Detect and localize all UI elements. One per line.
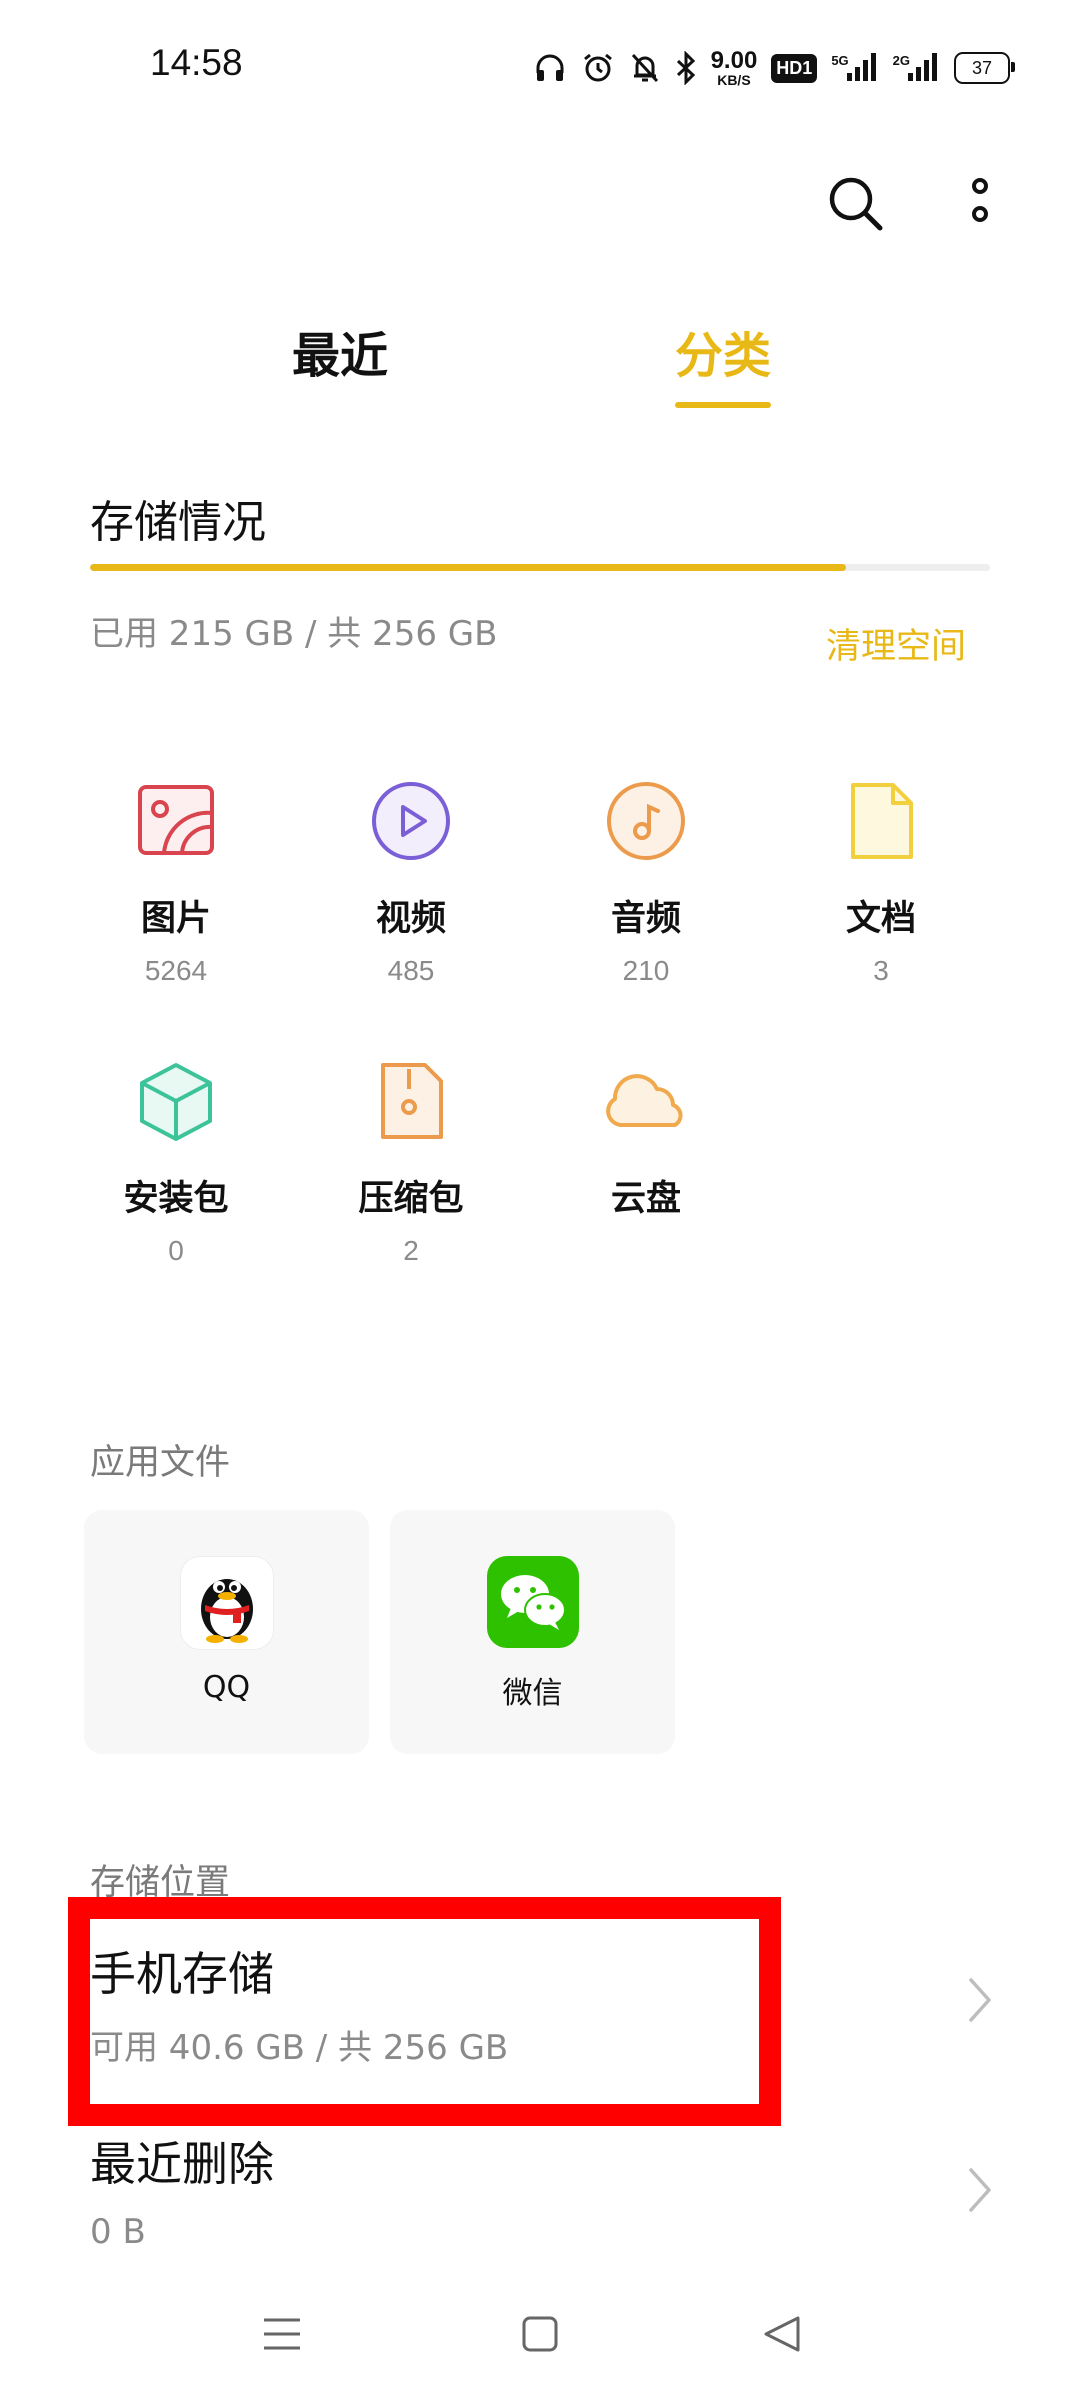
bell-off-icon: [629, 51, 661, 85]
status-icons: 9.00 KB/S HD1 5G 2G 37: [533, 44, 1015, 92]
status-time: 14:58: [150, 42, 243, 83]
category-label: 云盘: [610, 1179, 681, 1219]
bluetooth-icon: [675, 51, 697, 85]
category-count: 210: [622, 955, 670, 986]
sim1-signal: 5G: [831, 49, 878, 87]
category-label: 压缩包: [358, 1179, 464, 1219]
app-card-wechat[interactable]: 微信: [390, 1510, 675, 1754]
search-button[interactable]: [816, 166, 896, 246]
app-label: 微信: [502, 1676, 563, 1711]
alarm-icon: [581, 51, 615, 85]
app-card-qq[interactable]: QQ: [84, 1510, 369, 1754]
document-icon: [826, 766, 936, 876]
row-title: 最近删除: [90, 2137, 274, 2191]
qq-penguin-icon: [179, 1556, 274, 1650]
category-count: 0: [168, 1235, 184, 1266]
app-files-title: 应用文件: [90, 1443, 231, 1483]
signal-icon: [906, 49, 940, 87]
tab-recent[interactable]: 最近: [292, 316, 388, 386]
signal-icon: [845, 49, 879, 87]
back-button[interactable]: [742, 2296, 822, 2376]
category-count: 3: [873, 955, 889, 986]
category-label: 视频: [375, 899, 446, 939]
app-label: QQ: [202, 1670, 251, 1705]
storage-used-text: 已用 215 GB / 共 256 GB: [90, 614, 498, 654]
hd-badge: HD1: [771, 53, 818, 83]
highlight-annotation: [68, 1897, 781, 2126]
category-videos[interactable]: 视频 485: [311, 766, 511, 987]
category-count: 5264: [144, 955, 208, 986]
headset-icon: [533, 51, 567, 85]
category-audio[interactable]: 音频 210: [546, 766, 746, 987]
cloud-icon: [591, 1046, 701, 1156]
music-note-icon: [591, 766, 701, 876]
more-vertical-icon: [968, 174, 992, 238]
home-button[interactable]: [500, 2296, 580, 2376]
back-triangle-icon: [762, 2314, 802, 2358]
category-label: 音频: [610, 899, 681, 939]
category-label: 安装包: [123, 1179, 229, 1219]
category-cloud[interactable]: 云盘: [546, 1046, 746, 1221]
search-icon: [827, 175, 885, 237]
chevron-right-icon: [960, 1970, 1000, 2030]
video-play-icon: [356, 766, 466, 876]
category-archives[interactable]: 压缩包 2: [311, 1046, 511, 1267]
storage-progress-fill: [90, 564, 846, 571]
wechat-icon: [486, 1556, 579, 1648]
more-options-button[interactable]: [940, 166, 1020, 246]
recently-deleted-row[interactable]: 最近删除 0 B: [60, 2096, 1020, 2276]
storage-title: 存储情况: [90, 497, 266, 548]
battery-icon: 37: [954, 52, 1015, 84]
image-icon: [121, 766, 231, 876]
category-count: 2: [403, 1235, 419, 1266]
category-label: 图片: [140, 899, 211, 939]
category-count: 485: [387, 955, 435, 986]
package-cube-icon: [121, 1046, 231, 1156]
tab-category[interactable]: 分类: [675, 316, 771, 386]
tab-active-indicator: [675, 402, 771, 408]
row-subtitle: 0 B: [90, 2212, 146, 2252]
clean-space-button[interactable]: 清理空间: [826, 618, 966, 669]
category-packages[interactable]: 安装包 0: [76, 1046, 276, 1267]
storage-progress-bar: [90, 564, 990, 571]
menu-button[interactable]: [242, 2296, 322, 2376]
category-label: 文档: [845, 899, 916, 939]
category-images[interactable]: 图片 5264: [76, 766, 276, 987]
menu-icon: [262, 2314, 302, 2358]
category-documents[interactable]: 文档 3: [781, 766, 981, 987]
net-speed: 9.00 KB/S: [710, 47, 758, 88]
sim2-signal: 2G: [893, 49, 940, 87]
zip-archive-icon: [356, 1046, 466, 1156]
chevron-right-icon: [960, 2160, 1000, 2220]
home-square-icon: [521, 2315, 559, 2357]
